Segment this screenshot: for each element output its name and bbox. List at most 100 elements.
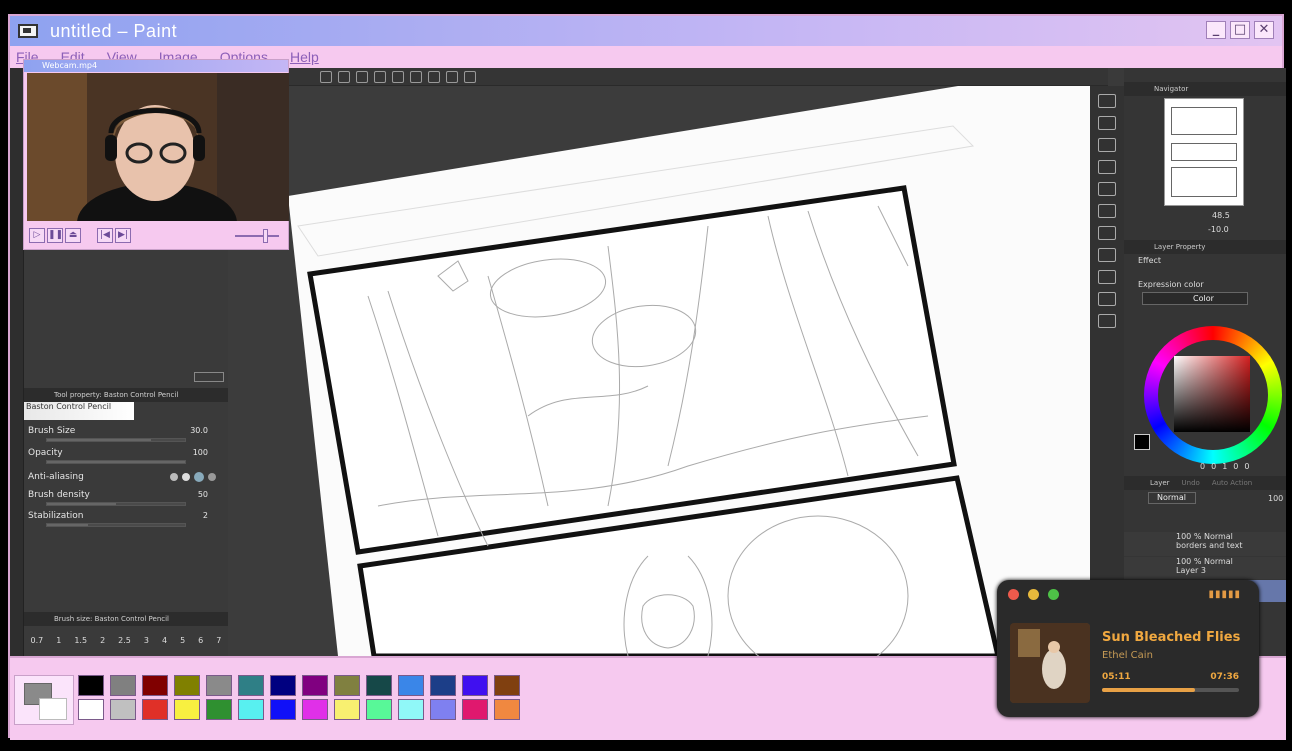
previous-button[interactable]: |◀	[97, 228, 113, 243]
palette-swatch[interactable]	[142, 675, 168, 696]
opacity-row[interactable]: Opacity 100	[24, 448, 228, 468]
pause-button[interactable]: ❚❚	[47, 228, 63, 243]
minimize-button[interactable]: _	[1206, 21, 1226, 39]
brush-size-preset[interactable]: 2.5	[118, 636, 131, 656]
close-dot[interactable]	[1008, 589, 1019, 600]
palette-swatch[interactable]	[78, 699, 104, 720]
export-icon[interactable]	[1098, 138, 1116, 152]
close-panel-icon[interactable]	[1098, 160, 1116, 174]
palette-swatch[interactable]	[174, 699, 200, 720]
fill-icon[interactable]	[374, 70, 386, 83]
brush-size-preset[interactable]: 0.7	[31, 636, 44, 656]
palette-swatch[interactable]	[302, 675, 328, 696]
eject-button[interactable]: ⏏	[65, 228, 81, 243]
material-icon[interactable]	[1098, 226, 1116, 240]
palette-swatch[interactable]	[366, 699, 392, 720]
track-progress-bar[interactable]	[1102, 688, 1239, 692]
menu-help[interactable]: Help	[290, 46, 319, 68]
palette-swatch[interactable]	[398, 699, 424, 720]
expression-color-select[interactable]: Color	[1142, 292, 1248, 305]
brush-size-preset[interactable]: 4	[162, 636, 167, 656]
close-panel-icon[interactable]	[1098, 116, 1116, 130]
zoom-level[interactable]: 48.5	[1212, 211, 1230, 220]
ruler-icon[interactable]	[410, 70, 422, 83]
palette-swatch[interactable]	[302, 699, 328, 720]
tool-strip[interactable]	[10, 68, 24, 656]
foreground-color-swatch[interactable]	[1134, 434, 1150, 450]
next-button[interactable]: ▶|	[115, 228, 131, 243]
palette-swatch[interactable]	[238, 699, 264, 720]
brush-size-preset[interactable]: 2	[100, 636, 105, 656]
brush-size-row[interactable]: Brush Size 30.0	[24, 426, 228, 446]
brush-size-preset[interactable]: 1.5	[74, 636, 87, 656]
minimize-dot[interactable]	[1028, 589, 1039, 600]
rotation-angle[interactable]: -10.0	[1208, 225, 1229, 234]
transform-icon[interactable]	[392, 70, 404, 83]
expression-color-label: Expression color	[1138, 280, 1204, 289]
palette-swatch[interactable]	[334, 699, 360, 720]
palette-swatch[interactable]	[270, 699, 296, 720]
brush-size-preset[interactable]: 5	[180, 636, 185, 656]
brush-size-preset[interactable]: 6	[198, 636, 203, 656]
download-icon[interactable]	[1098, 314, 1116, 328]
undo-icon[interactable]	[320, 70, 332, 83]
palette-swatch[interactable]	[110, 675, 136, 696]
total-time: 07:36	[1210, 672, 1239, 682]
layer-opacity[interactable]: 100	[1268, 494, 1283, 503]
palette-swatch[interactable]	[206, 699, 232, 720]
palette-swatch[interactable]	[78, 675, 104, 696]
palette-swatch[interactable]	[334, 675, 360, 696]
upload-icon[interactable]	[1098, 292, 1116, 306]
palette-swatch[interactable]	[174, 675, 200, 696]
color-square[interactable]	[1174, 356, 1250, 432]
palette-swatch[interactable]	[494, 675, 520, 696]
current-colors[interactable]	[14, 675, 74, 725]
palette-swatch[interactable]	[494, 699, 520, 720]
brush-size-preset[interactable]: 1	[56, 636, 61, 656]
webcam-window[interactable]: Webcam.mp4 ▷ ❚❚ ⏏ |◀ ▶|	[23, 59, 289, 250]
palette-swatch[interactable]	[142, 699, 168, 720]
tab-auto-action[interactable]: Auto Action	[1212, 476, 1252, 490]
brush-size-preset[interactable]: 7	[216, 636, 221, 656]
palette-swatch[interactable]	[270, 675, 296, 696]
layer-row[interactable]: 100 % Normal borders and text	[1124, 532, 1286, 556]
anti-aliasing-row[interactable]: Anti-aliasing	[24, 472, 228, 492]
maximize-button[interactable]: □	[1230, 21, 1250, 39]
color-wheel[interactable]	[1144, 326, 1282, 464]
tab-layer[interactable]: Layer	[1150, 476, 1170, 490]
close-button[interactable]: ✕	[1254, 21, 1274, 39]
layer-row[interactable]: 100 % Normal Layer 3	[1124, 557, 1286, 579]
brush-density-row[interactable]: Brush density 50	[24, 490, 228, 510]
snap-icon[interactable]	[428, 70, 440, 83]
layers-icon[interactable]	[1098, 182, 1116, 196]
redo-icon[interactable]	[338, 70, 350, 83]
panel-buttons-icon[interactable]	[194, 372, 224, 382]
palette-swatch[interactable]	[110, 699, 136, 720]
palette-swatch[interactable]	[238, 675, 264, 696]
palette-swatch[interactable]	[206, 675, 232, 696]
zoom-dot[interactable]	[1048, 589, 1059, 600]
history-icon[interactable]	[1098, 270, 1116, 284]
palette-swatch[interactable]	[430, 675, 456, 696]
pen-icon[interactable]	[446, 70, 458, 83]
palette-swatch[interactable]	[398, 675, 424, 696]
navigator-thumbnail[interactable]	[1164, 98, 1244, 206]
navigator-icon[interactable]	[1098, 94, 1116, 108]
volume-slider[interactable]	[235, 229, 279, 243]
title-bar[interactable]: untitled – Paint _ □ ✕	[10, 16, 1282, 46]
blend-mode-select[interactable]: Normal	[1148, 492, 1196, 504]
select-icon[interactable]	[356, 70, 368, 83]
brush-size-preset[interactable]: 3	[144, 636, 149, 656]
save-icon[interactable]	[1098, 248, 1116, 262]
palette-swatch[interactable]	[430, 699, 456, 720]
palette-swatch[interactable]	[462, 699, 488, 720]
play-button[interactable]: ▷	[29, 228, 45, 243]
tab-undo[interactable]: Undo	[1182, 476, 1200, 490]
palette-swatch[interactable]	[366, 675, 392, 696]
settings-icon[interactable]	[464, 70, 476, 83]
palette-swatch[interactable]	[462, 675, 488, 696]
stabilization-row[interactable]: Stabilization 2	[24, 511, 228, 531]
drawing-canvas[interactable]	[228, 86, 1090, 656]
paint-app-icon	[18, 24, 38, 38]
page-icon[interactable]	[1098, 204, 1116, 218]
